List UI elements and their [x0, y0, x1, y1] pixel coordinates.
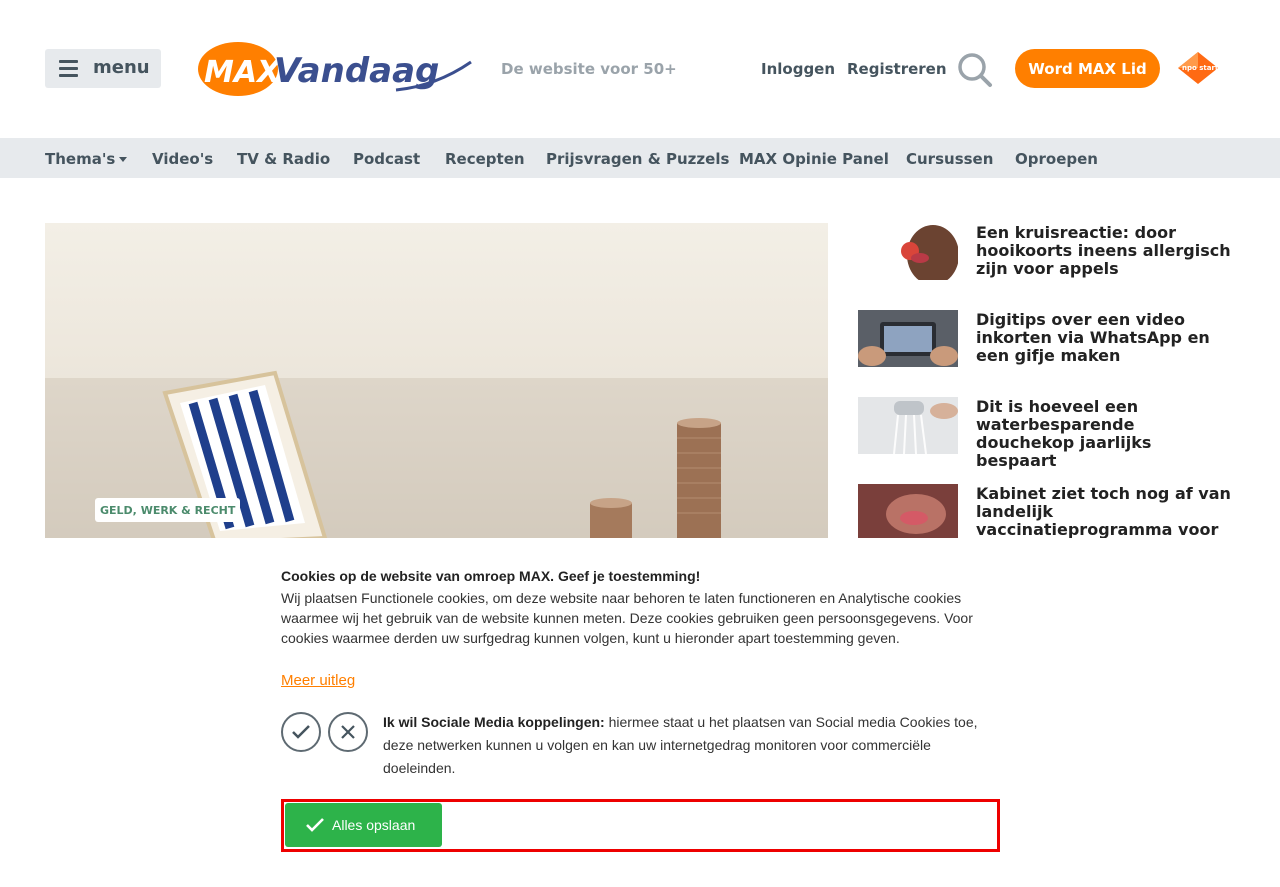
- become-member-button[interactable]: Word MAX Lid: [1015, 49, 1160, 88]
- menu-button[interactable]: menu: [45, 49, 161, 88]
- article-list-item[interactable]: Kabinet ziet toch nog af van landelijk v…: [858, 484, 1238, 544]
- cookie-description: Wij plaatsen Functionele cookies, om dez…: [281, 590, 973, 646]
- svg-text:Vandaag: Vandaag: [274, 51, 439, 91]
- article-list-item[interactable]: Een kruisreactie: door hooikoorts ineens…: [858, 223, 1238, 283]
- npo-start-icon[interactable]: npo start: [1176, 50, 1220, 86]
- article-list-item[interactable]: Digitips over een video inkorten via Wha…: [858, 310, 1238, 370]
- register-link[interactable]: Registreren: [847, 60, 947, 78]
- article-thumbnail: [858, 484, 958, 541]
- nav-item-tv-radio[interactable]: TV & Radio: [237, 150, 330, 168]
- max-vandaag-logo[interactable]: MAX Vandaag: [196, 40, 472, 98]
- nav-item-themas[interactable]: Thema's: [45, 150, 128, 168]
- article-thumbnail: [858, 223, 958, 280]
- social-media-label: Ik wil Sociale Media koppelingen:: [383, 714, 605, 730]
- nav-item-label: Thema's: [45, 150, 116, 168]
- tagline: De website voor 50+: [501, 60, 677, 78]
- nav-item-recepten[interactable]: Recepten: [445, 150, 525, 168]
- login-link[interactable]: Inloggen: [761, 60, 835, 78]
- search-icon[interactable]: [957, 52, 993, 88]
- menu-label: menu: [93, 57, 150, 78]
- nav-item-oproepen[interactable]: Oproepen: [1015, 150, 1098, 168]
- svg-text:MAX: MAX: [204, 55, 282, 90]
- check-icon: [292, 725, 310, 739]
- svg-text:npo start: npo start: [1182, 64, 1219, 72]
- reject-social-button[interactable]: [328, 712, 368, 752]
- accept-social-button[interactable]: [281, 712, 321, 752]
- nav-item-videos[interactable]: Video's: [152, 150, 213, 168]
- cookie-consent-banner: Cookies op de website van omroep MAX. Ge…: [0, 538, 1280, 887]
- more-info-link[interactable]: Meer uitleg: [281, 672, 355, 689]
- article-title[interactable]: Kabinet ziet toch nog af van landelijk v…: [976, 485, 1236, 539]
- nav-item-cursussen[interactable]: Cursussen: [906, 150, 993, 168]
- hamburger-icon: [59, 60, 78, 78]
- nav-item-prijsvragen[interactable]: Prijsvragen & Puzzels: [546, 150, 729, 168]
- save-all-button[interactable]: Alles opslaan: [285, 803, 442, 847]
- article-thumbnail: [858, 397, 958, 454]
- caret-down-icon: [119, 157, 128, 162]
- main-navigation: Thema's Video's TV & Radio Podcast Recep…: [0, 138, 1280, 178]
- article-title[interactable]: Digitips over een video inkorten via Wha…: [976, 311, 1236, 365]
- article-title[interactable]: Dit is hoeveel een waterbesparende douch…: [976, 398, 1236, 470]
- hero-image[interactable]: [45, 223, 828, 538]
- nav-item-podcast[interactable]: Podcast: [353, 150, 420, 168]
- site-header: menu MAX Vandaag De website voor 50+ Inl…: [0, 0, 1280, 138]
- check-icon: [306, 818, 324, 832]
- cookie-title: Cookies op de website van omroep MAX. Ge…: [281, 568, 701, 584]
- article-list-item[interactable]: Dit is hoeveel een waterbesparende douch…: [858, 397, 1238, 470]
- save-all-label: Alles opslaan: [332, 817, 416, 833]
- social-media-consent-text: Ik wil Sociale Media koppelingen: hierme…: [383, 711, 1003, 780]
- article-title[interactable]: Een kruisreactie: door hooikoorts ineens…: [976, 224, 1236, 278]
- close-icon: [341, 725, 355, 739]
- nav-item-opinie-panel[interactable]: MAX Opinie Panel: [739, 150, 889, 168]
- article-thumbnail: [858, 310, 958, 367]
- category-badge[interactable]: GELD, WERK & RECHT: [95, 498, 241, 522]
